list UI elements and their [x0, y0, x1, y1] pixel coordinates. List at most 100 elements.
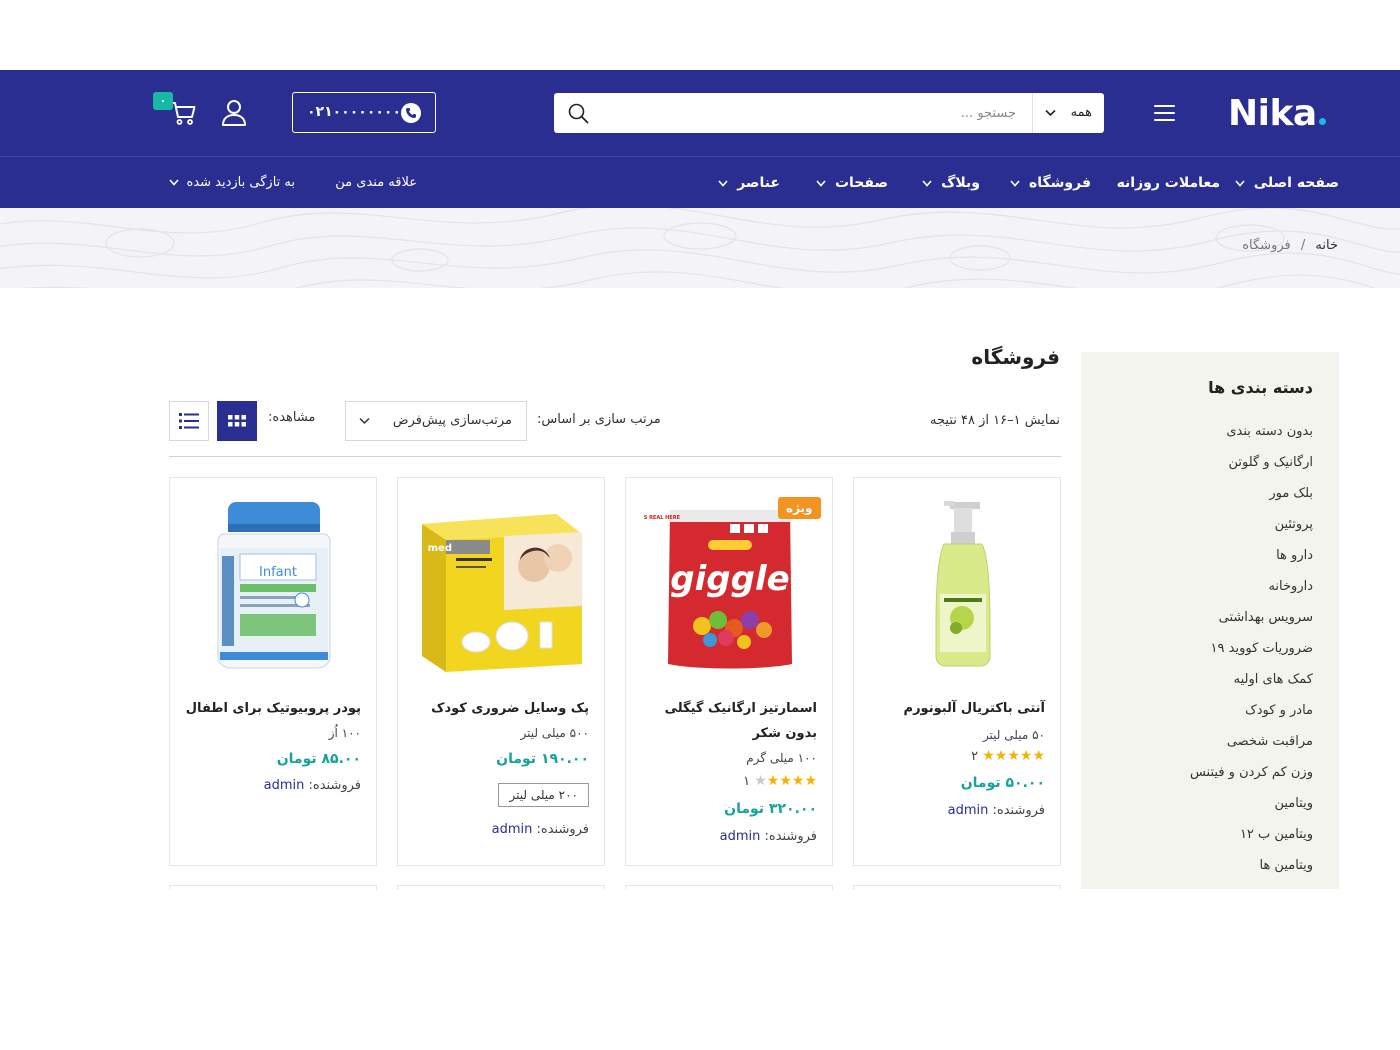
product-seller: فروشنده: admin: [948, 803, 1045, 818]
site-logo[interactable]: Nika: [1228, 92, 1326, 136]
search-bar: همه: [554, 93, 1104, 133]
chevron-down-icon: [169, 179, 179, 186]
category-item[interactable]: مراقبت شخصی: [1190, 728, 1313, 759]
category-item[interactable]: بلک مور: [1190, 480, 1313, 511]
product-image[interactable]: Infant: [188, 496, 360, 676]
product-card[interactable]: med پک وسایل ضروری کودک ۵۰۰ میلی لیتر ۱۹…: [397, 477, 605, 866]
product-image[interactable]: [872, 496, 1044, 676]
svg-text:med: med: [428, 543, 452, 554]
chevron-down-icon: [1010, 179, 1020, 187]
grid-view-button[interactable]: [217, 401, 257, 441]
product-card-partial[interactable]: [625, 885, 833, 890]
menu-icon[interactable]: [1154, 105, 1175, 121]
list-icon: [179, 413, 199, 429]
product-title[interactable]: پک وسایل ضروری کودک: [409, 696, 589, 721]
logo-text: Nika: [1228, 93, 1317, 134]
nav-item-home[interactable]: صفحه اصلی: [1235, 158, 1339, 208]
product-price: ۵۰.۰۰ تومان: [960, 775, 1045, 791]
breadcrumb-home-link[interactable]: خانه: [1315, 238, 1338, 253]
category-item[interactable]: ویتامین ها: [1190, 852, 1313, 883]
breadcrumb-banner: خانه / فروشگاه: [0, 208, 1400, 288]
svg-text:IT'S REAL HERE: IT'S REAL HERE: [644, 515, 681, 521]
category-item[interactable]: سرویس بهداشتی: [1190, 604, 1313, 635]
seller-label: فروشنده:: [764, 829, 818, 844]
main-navigation: صفحه اصلی معاملات روزانه فروشگاه وبلاگ ص…: [0, 158, 1400, 208]
nav-item-label: صفحه اصلی: [1253, 175, 1339, 191]
product-title[interactable]: آنتی باکتریال آلبونورم: [865, 696, 1045, 721]
product-price: ۳۲۰.۰۰ تومان: [724, 801, 817, 817]
list-view-button[interactable]: [169, 401, 209, 441]
category-list: بدون دسته بندی ارگانیک و گلوتن بلک مور پ…: [1190, 418, 1313, 883]
seller-link[interactable]: admin: [720, 829, 761, 844]
cart-icon[interactable]: [170, 100, 196, 126]
search-category-select[interactable]: همه: [1032, 93, 1104, 133]
star-rating-icon: ★★★★★: [982, 748, 1045, 764]
product-card[interactable]: IT'S REAL HERE giggle ویژه اسمارتیز ارگا…: [625, 477, 833, 866]
product-image[interactable]: med: [416, 496, 588, 676]
seller-link[interactable]: admin: [264, 778, 305, 793]
category-item[interactable]: ویتامین ب ۱۲: [1190, 821, 1313, 852]
nav-item-pages[interactable]: صفحات: [816, 158, 888, 208]
product-card[interactable]: آنتی باکتریال آلبونورم ۵۰ میلی لیتر ★★★★…: [853, 477, 1061, 866]
rating-count: ۱: [743, 774, 751, 789]
product-seller: فروشنده: admin: [264, 778, 361, 793]
chevron-down-icon: [922, 179, 932, 187]
seller-link[interactable]: admin: [492, 822, 533, 837]
product-title[interactable]: پودر پروبیوتیک برای اطفال: [181, 696, 361, 721]
product-variant-option[interactable]: ۲۰۰ میلی لیتر: [498, 783, 589, 807]
product-price: ۸۵.۰۰ تومان: [276, 751, 361, 767]
category-item[interactable]: ارگانیک و گلوتن: [1190, 449, 1313, 480]
nav-item-label: معاملات روزانه: [1116, 175, 1220, 191]
user-account-icon[interactable]: [221, 99, 247, 127]
recently-viewed-dropdown[interactable]: به تازگی بازدید شده: [169, 158, 295, 208]
wishlist-link[interactable]: علاقه مندی من: [335, 158, 417, 208]
nav-item-shop[interactable]: فروشگاه: [1010, 158, 1091, 208]
product-card-partial[interactable]: [397, 885, 605, 890]
search-category-label: همه: [1070, 105, 1092, 120]
view-label: مشاهده:: [268, 410, 316, 425]
product-image[interactable]: IT'S REAL HERE giggle: [637, 496, 816, 676]
category-item[interactable]: مادر و کودک: [1190, 697, 1313, 728]
nav-item-elements[interactable]: عناصر: [718, 158, 780, 208]
sort-dropdown[interactable]: مرتب‌سازی پیش‌فرض: [345, 401, 527, 441]
search-button[interactable]: [554, 93, 604, 133]
category-item[interactable]: وزن کم کردن و فیتنس: [1190, 759, 1313, 790]
category-item[interactable]: پروتئین: [1190, 511, 1313, 542]
header-top-bar: Nika همه ۰۲۱۰۰۰۰۰۰۰۰ ۰: [0, 70, 1400, 157]
rating-count: ۲: [971, 749, 979, 764]
product-unit: ۱۰۰ میلی گرم: [746, 751, 817, 765]
category-item[interactable]: کمک های اولیه: [1190, 666, 1313, 697]
nav-item-label: صفحات: [834, 175, 888, 191]
logo-dot: [1318, 118, 1326, 125]
nav-item-label: عناصر: [737, 175, 780, 191]
recently-viewed-label: به تازگی بازدید شده: [186, 175, 295, 190]
chevron-down-icon: [1235, 179, 1245, 187]
seller-label: فروشنده:: [308, 778, 362, 793]
nav-item-blog[interactable]: وبلاگ: [922, 158, 980, 208]
product-price: ۱۹۰.۰۰ تومان: [496, 751, 589, 767]
product-badge: ویژه: [778, 497, 821, 519]
chevron-down-icon: [359, 417, 370, 425]
category-item[interactable]: ضروریات کووید ۱۹: [1190, 635, 1313, 666]
product-card-partial[interactable]: [853, 885, 1061, 890]
search-input[interactable]: [612, 93, 1032, 133]
product-unit: ۵۰۰ میلی لیتر: [520, 726, 589, 740]
product-card[interactable]: Infant پودر پروبیوتیک برای اطفال ۱۰۰ اُز…: [169, 477, 377, 866]
category-item[interactable]: ویتامین: [1190, 790, 1313, 821]
chevron-down-icon: [816, 179, 826, 187]
product-title[interactable]: اسمارتیز ارگانیک گیگلی بدون شکر: [637, 696, 817, 746]
site-header: Nika همه ۰۲۱۰۰۰۰۰۰۰۰ ۰ صف: [0, 70, 1400, 208]
category-item[interactable]: داروخانه: [1190, 573, 1313, 604]
category-item[interactable]: دارو ها: [1190, 542, 1313, 573]
nav-item-daily-deals[interactable]: معاملات روزانه: [1117, 158, 1220, 208]
breadcrumb-current: فروشگاه: [1242, 238, 1291, 253]
phone-button[interactable]: ۰۲۱۰۰۰۰۰۰۰۰: [292, 92, 436, 133]
seller-link[interactable]: admin: [948, 803, 989, 818]
breadcrumb: خانه / فروشگاه: [1242, 238, 1338, 253]
product-rating: ★★★★★ ۱: [743, 773, 817, 789]
phone-icon: [401, 103, 421, 123]
search-icon: [568, 103, 589, 124]
product-card-partial[interactable]: [169, 885, 377, 890]
star-rating-icon: ★★★★★: [754, 773, 817, 789]
category-item[interactable]: بدون دسته بندی: [1190, 418, 1313, 449]
